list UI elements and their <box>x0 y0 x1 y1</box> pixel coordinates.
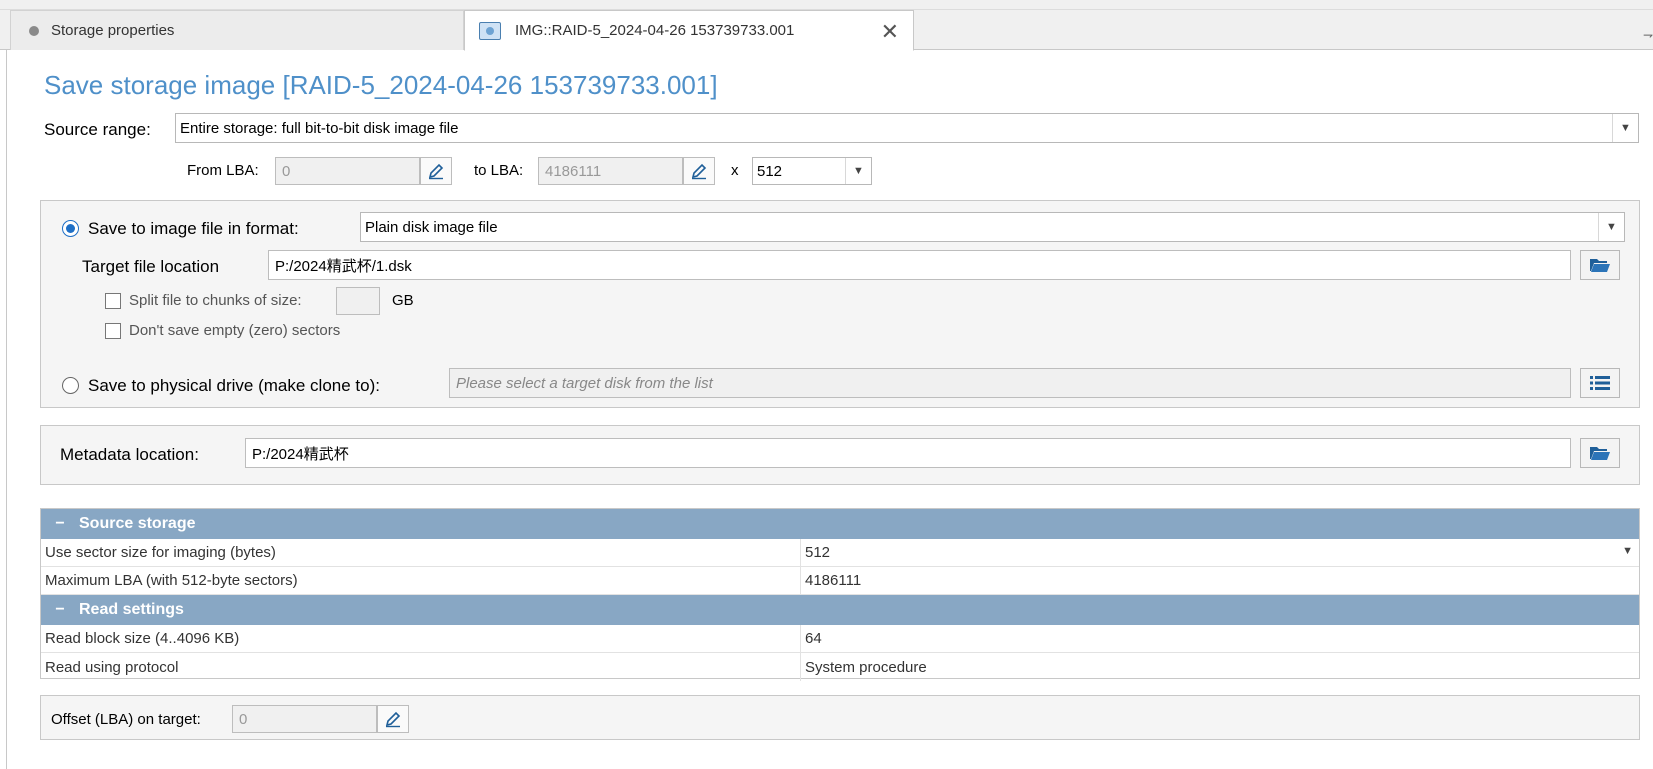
section-title: Read settings <box>79 601 184 618</box>
source-range-select[interactable]: Entire storage: full bit-to-bit disk ima… <box>175 113 1639 143</box>
to-lba-label: to LBA: <box>474 162 524 179</box>
row-value: 4186111 <box>805 572 862 589</box>
left-border <box>6 50 7 769</box>
source-range-value: Entire storage: full bit-to-bit disk ima… <box>180 119 459 137</box>
target-disk-input[interactable]: Please select a target disk from the lis… <box>449 368 1571 398</box>
metadata-input[interactable]: P:/2024精武杯 <box>245 438 1571 468</box>
target-file-label: Target file location <box>82 257 220 276</box>
folder-open-icon <box>1590 259 1610 272</box>
table-row[interactable]: Read using protocol System procedure <box>41 653 1639 681</box>
tab-bar: Storage properties IMG::RAID-5_2024-04-2… <box>0 10 1653 51</box>
row-name: Maximum LBA (with 512-byte sectors) <box>41 567 801 594</box>
edit-pen-icon[interactable] <box>420 157 452 185</box>
sector-size-select[interactable]: 512 ▼ <box>752 157 872 185</box>
row-name: Read using protocol <box>41 653 801 681</box>
chevron-down-icon[interactable]: ▼ <box>1598 213 1624 241</box>
tab-label: IMG::RAID-5_2024-04-26 153739733.001 <box>515 22 795 39</box>
chevron-down-icon[interactable]: ▼ <box>845 158 871 184</box>
save-physical-label: Save to physical drive (make clone to): <box>88 376 380 395</box>
collapse-icon[interactable]: − <box>41 515 79 533</box>
chevron-down-icon[interactable]: ▼ <box>1622 545 1633 557</box>
offset-label: Offset (LBA) on target: <box>51 711 201 728</box>
row-value-select[interactable]: 512 ▼ <box>801 539 1639 566</box>
browse-folder-button[interactable] <box>1580 250 1620 280</box>
source-range-label: Source range: <box>44 120 151 139</box>
from-lba-label: From LBA: <box>187 162 259 179</box>
save-physical-radio[interactable] <box>62 377 79 394</box>
property-grid: − Source storage Use sector size for ima… <box>40 508 1640 681</box>
browse-metadata-button[interactable] <box>1580 438 1620 468</box>
tab-storage-properties[interactable]: Storage properties <box>10 10 464 50</box>
row-name: Use sector size for imaging (bytes) <box>41 539 801 566</box>
tab-overflow-icon[interactable]: ⇁ <box>1643 28 1653 42</box>
tab-label: Storage properties <box>51 22 175 39</box>
row-value[interactable]: System procedure <box>801 653 1639 681</box>
image-format-select[interactable]: Plain disk image file ▼ <box>360 212 1625 242</box>
times-label: x <box>731 162 739 179</box>
from-lba-input[interactable]: 0 <box>275 157 420 185</box>
read-settings-header[interactable]: − Read settings <box>41 595 1639 625</box>
skip-empty-label: Don't save empty (zero) sectors <box>129 322 341 339</box>
sector-size-value: 512 <box>757 162 783 180</box>
close-icon[interactable]: ✕ <box>881 19 899 45</box>
section-title: Source storage <box>79 515 196 532</box>
metadata-label: Metadata location: <box>60 445 199 464</box>
list-icon <box>1590 376 1610 390</box>
image-format-value: Plain disk image file <box>365 218 498 236</box>
row-name: Read block size (4..4096 KB) <box>41 625 801 652</box>
target-file-input[interactable]: P:/2024精武杯/1.dsk <box>268 250 1571 280</box>
row-value: 512 <box>805 544 831 561</box>
window-top-strip <box>0 0 1653 10</box>
split-size-input[interactable] <box>336 287 380 315</box>
disk-image-icon <box>479 21 501 40</box>
collapse-icon[interactable]: − <box>41 601 79 619</box>
source-storage-header[interactable]: − Source storage <box>41 509 1639 539</box>
row-value[interactable]: 64 <box>801 625 1639 652</box>
split-file-label: Split file to chunks of size: <box>129 292 302 309</box>
to-lba-input[interactable]: 4186111 <box>538 157 683 185</box>
page-title: Save storage image [RAID-5_2024-04-26 15… <box>44 70 718 100</box>
inactive-dot-icon <box>29 25 39 36</box>
edit-pen-icon[interactable] <box>683 157 715 185</box>
chevron-down-icon[interactable]: ▼ <box>1612 114 1638 142</box>
skip-empty-checkbox[interactable] <box>105 323 121 339</box>
save-image-radio[interactable] <box>62 220 79 237</box>
offset-input[interactable]: 0 <box>232 705 377 733</box>
table-row[interactable]: Read block size (4..4096 KB) 64 <box>41 625 1639 653</box>
split-unit-label: GB <box>392 292 414 309</box>
tab-image[interactable]: IMG::RAID-5_2024-04-26 153739733.001 ✕ <box>464 10 914 51</box>
table-row[interactable]: Use sector size for imaging (bytes) 512 … <box>41 539 1639 567</box>
table-row: Maximum LBA (with 512-byte sectors) 4186… <box>41 567 1639 595</box>
folder-open-icon <box>1590 447 1610 460</box>
save-image-label: Save to image file in format: <box>88 219 299 238</box>
disk-list-button[interactable] <box>1580 368 1620 398</box>
split-file-checkbox[interactable] <box>105 293 121 309</box>
edit-pen-icon[interactable] <box>377 705 409 733</box>
